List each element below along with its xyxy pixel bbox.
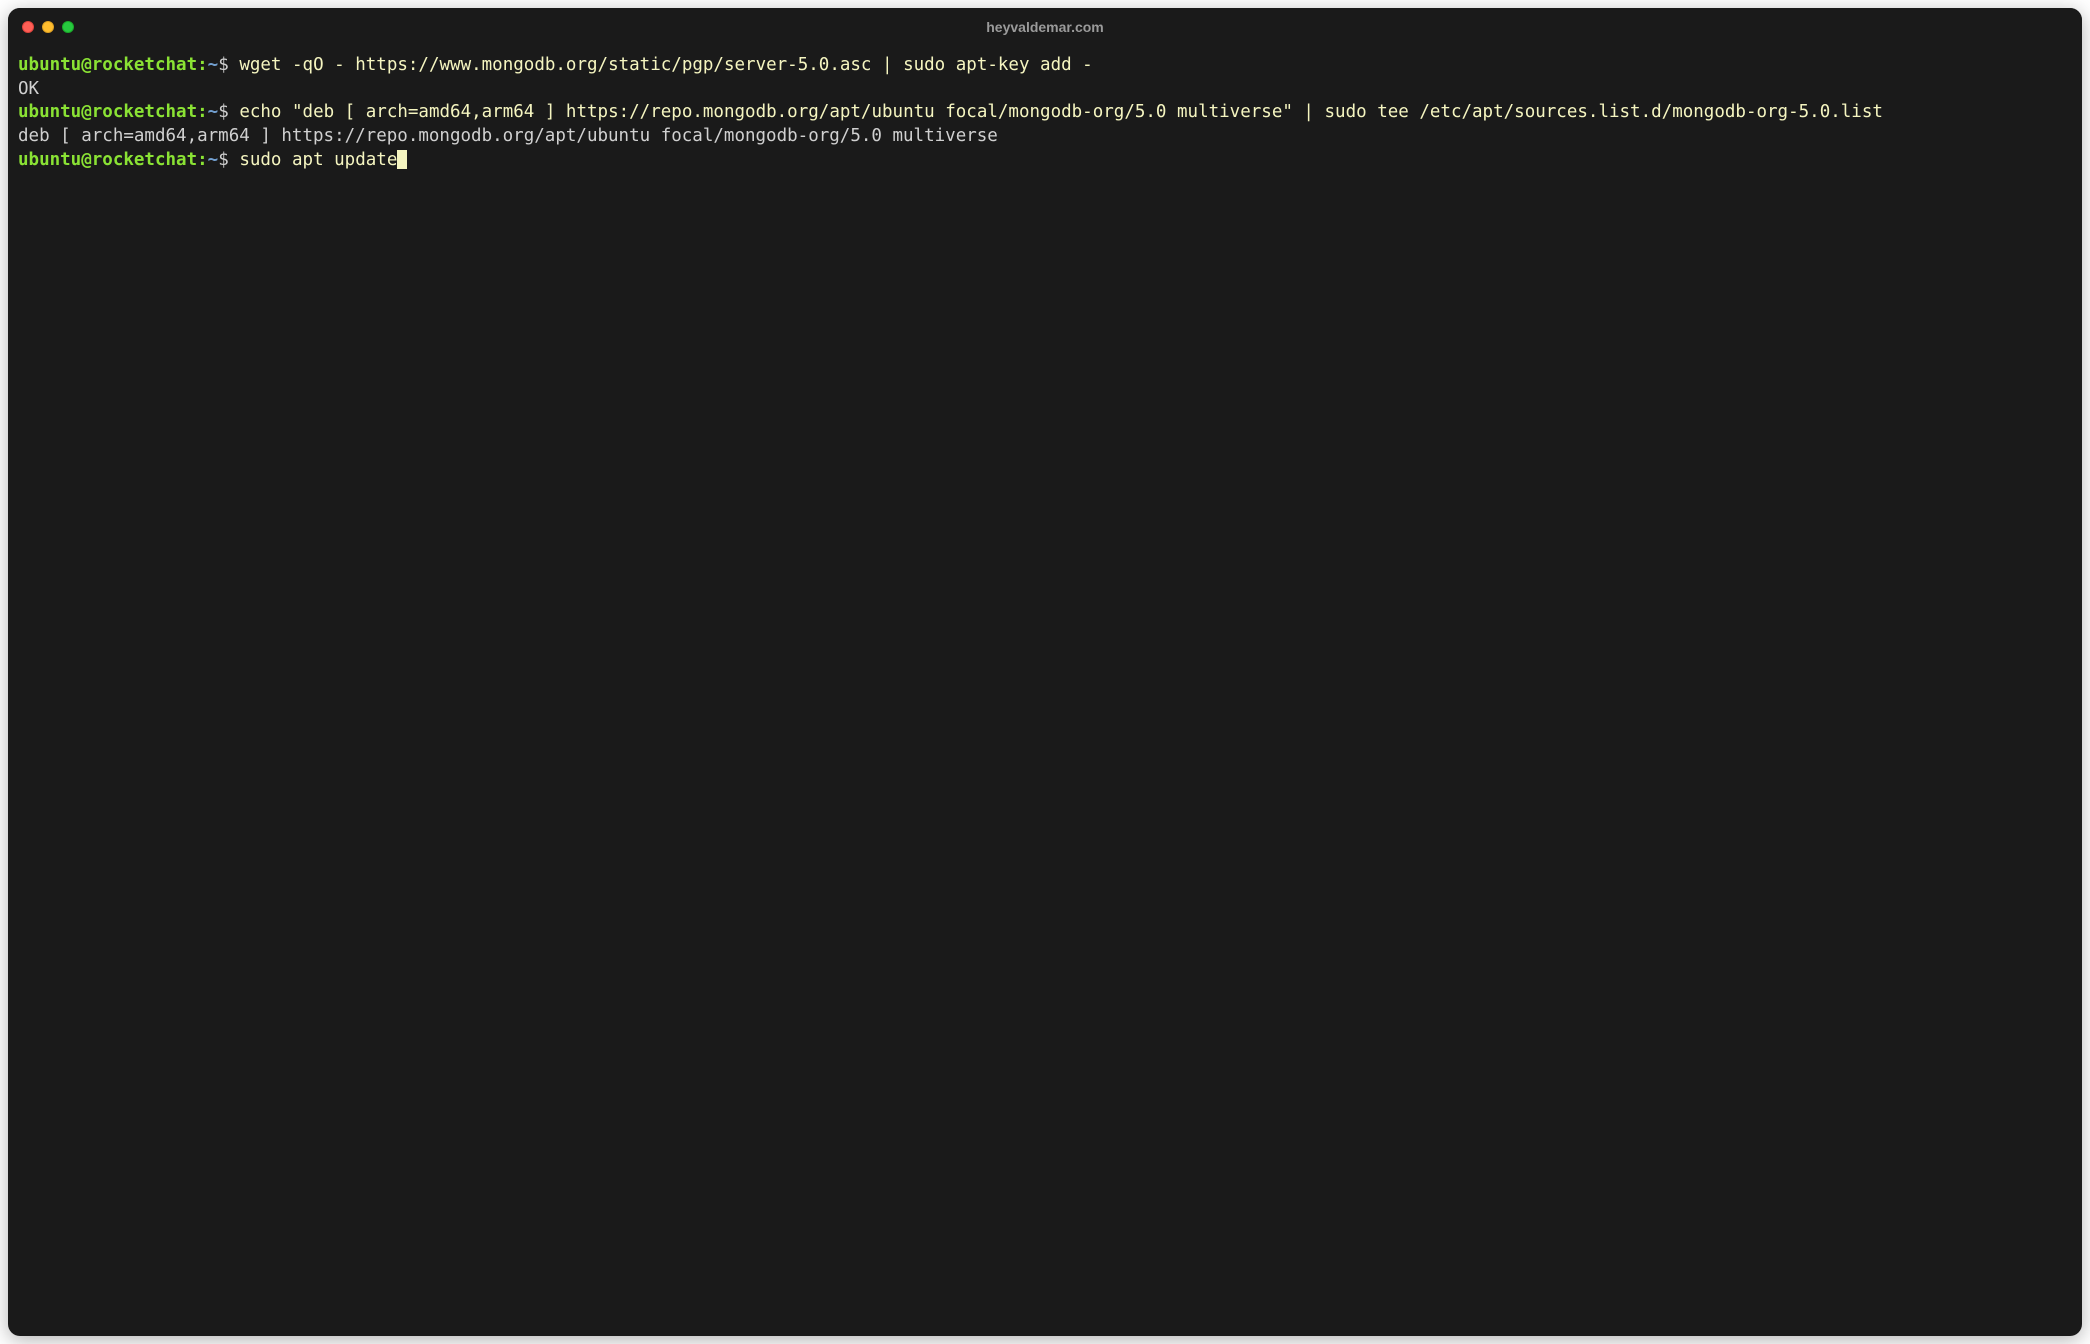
prompt-separator: : (197, 55, 208, 75)
prompt-path: ~ (208, 102, 219, 122)
cursor (397, 150, 407, 169)
terminal-body[interactable]: ubuntu@rocketchat:~$ wget -qO - https://… (8, 46, 2082, 1336)
maximize-button[interactable] (62, 21, 74, 33)
output-line: OK (18, 79, 39, 99)
minimize-button[interactable] (42, 21, 54, 33)
prompt-user-host: ubuntu@rocketchat (18, 55, 197, 75)
prompt-symbol: $ (218, 102, 229, 122)
window-title: heyvaldemar.com (986, 19, 1104, 35)
prompt-symbol: $ (218, 150, 229, 170)
prompt-path: ~ (208, 150, 219, 170)
command-line: wget -qO - https://www.mongodb.org/stati… (239, 55, 1092, 75)
command-line-active: sudo apt update (239, 150, 397, 170)
prompt-separator: : (197, 150, 208, 170)
prompt-user-host: ubuntu@rocketchat (18, 102, 197, 122)
titlebar[interactable]: heyvaldemar.com (8, 8, 2082, 46)
close-button[interactable] (22, 21, 34, 33)
traffic-lights (8, 21, 74, 33)
prompt-separator: : (197, 102, 208, 122)
prompt-user-host: ubuntu@rocketchat (18, 150, 197, 170)
output-line: deb [ arch=amd64,arm64 ] https://repo.mo… (18, 126, 998, 146)
prompt-symbol: $ (218, 55, 229, 75)
terminal-window: heyvaldemar.com ubuntu@rocketchat:~$ wge… (8, 8, 2082, 1336)
prompt-path: ~ (208, 55, 219, 75)
command-line: echo "deb [ arch=amd64,arm64 ] https://r… (239, 102, 1883, 122)
